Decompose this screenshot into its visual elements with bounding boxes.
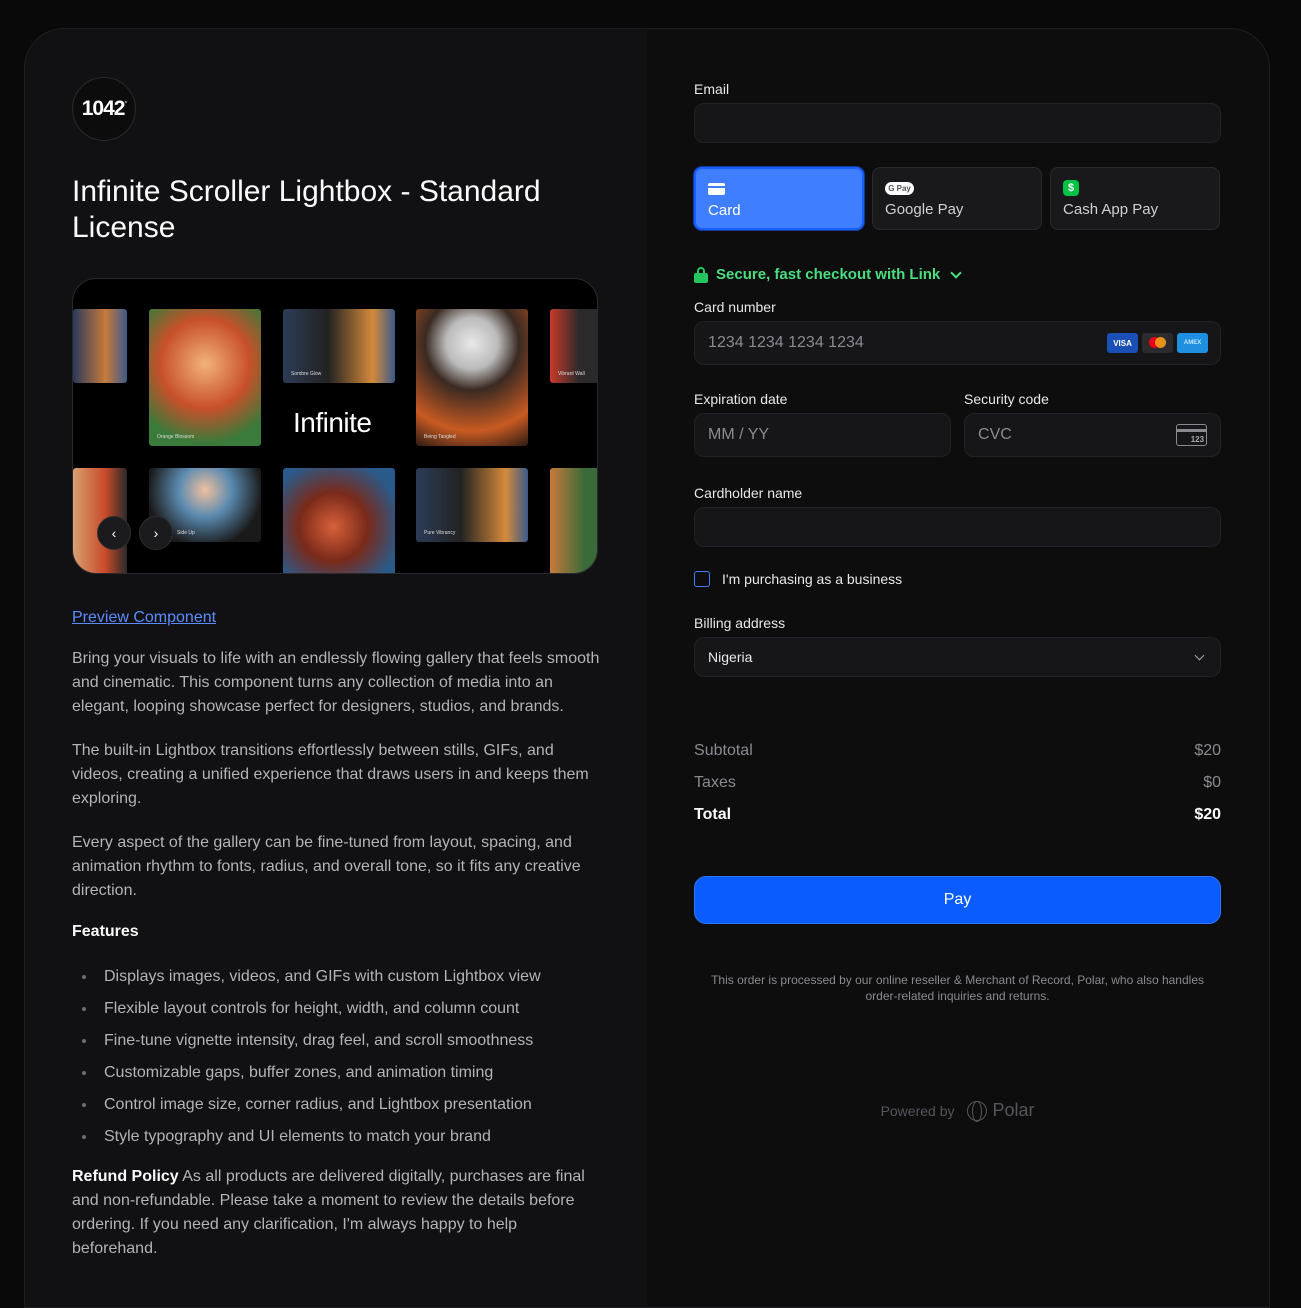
business-checkbox[interactable] [694, 571, 711, 587]
cvc-label: Security code [964, 391, 1049, 407]
refund-policy: Refund Policy As all products are delive… [72, 1165, 602, 1261]
gallery-caption: Pure Vibrancy [424, 530, 456, 536]
preview-component-link[interactable]: Preview Component [72, 609, 216, 627]
gallery-caption: Orange Blossom [157, 434, 195, 440]
pay-button[interactable]: Pay [694, 876, 1222, 924]
gallery-next-button[interactable]: › [139, 516, 173, 550]
description-paragraph: The built-in Lightbox transitions effort… [72, 742, 589, 807]
gallery-tile [283, 468, 395, 573]
powered-by[interactable]: Powered by Polar [694, 1100, 1221, 1122]
checkout-frame: 1042 ° Infinite Scroller Lightbox - Stand… [24, 28, 1270, 1308]
business-checkbox-row[interactable]: I'm purchasing as a business [694, 571, 1221, 587]
chevron-left-icon: ‹ [111, 525, 117, 541]
gallery-tile [550, 468, 597, 573]
total-label: Total [694, 806, 732, 823]
refund-title: Refund Policy [72, 1168, 179, 1185]
features-list: Displays images, videos, and GIFs with c… [72, 961, 647, 1153]
product-panel: 1042 ° Infinite Scroller Lightbox - Stand… [25, 29, 648, 1307]
card-number-placeholder: 1234 1234 1234 1234 [708, 334, 864, 351]
gallery-caption: Being Tangled [424, 434, 456, 440]
feature-item: Flexible layout controls for height, wid… [72, 993, 647, 1025]
feature-item: Control image size, corner radius, and L… [72, 1089, 647, 1121]
total-row: Total $20 [694, 799, 1221, 831]
gallery-tile: Orange Blossom [149, 309, 261, 446]
cvc-card-icon: 123 [1176, 424, 1208, 446]
logo-sup: ° [124, 100, 127, 108]
lock-icon [694, 266, 709, 283]
method-label: Google Pay [885, 201, 964, 218]
expiry-input[interactable]: MM / YY [694, 413, 952, 457]
description-paragraph: Every aspect of the gallery can be fine-… [72, 834, 581, 899]
order-totals: Subtotal $20 Taxes $0 Total $20 [694, 735, 1221, 831]
logo-text: 1042 [81, 97, 126, 120]
gallery-center-word: Infinite [293, 407, 372, 438]
method-label: Cash App Pay [1063, 201, 1159, 218]
product-title: Infinite Scroller Lightbox - Standard Li… [72, 175, 541, 244]
gallery-caption: Sombre Glow [291, 371, 322, 377]
subtotal-label: Subtotal [694, 742, 753, 759]
gallery-tile: Vibrant Wall [550, 309, 597, 383]
brand-logo: 1042 ° [72, 77, 136, 141]
payment-methods: Card G Pay Google Pay $ Cash App Pay [694, 167, 1221, 230]
gallery-prev-button[interactable]: ‹ [97, 516, 131, 550]
billing-label: Billing address [694, 615, 786, 631]
billing-country-value: Nigeria [708, 649, 753, 665]
subtotal-value: $20 [1194, 742, 1222, 759]
card-brands: VISA AMEX [1103, 333, 1209, 353]
mastercard-icon [1142, 333, 1174, 353]
polar-wordmark: Polar [992, 1100, 1035, 1120]
merchant-notice: This order is processed by our online re… [711, 973, 1204, 1003]
gallery-tile [73, 309, 127, 383]
features-title: Features [72, 923, 139, 940]
billing-country-select[interactable]: Nigeria [694, 637, 1222, 677]
visa-icon: VISA [1107, 333, 1139, 353]
cash-app-icon: $ [1063, 180, 1080, 196]
business-label: I'm purchasing as a business [722, 571, 903, 587]
cardholder-input[interactable] [694, 507, 1222, 547]
gallery-tile: Being Tangled [416, 309, 528, 446]
checkout-form: Email Card G Pay Google Pay $ Cash App P… [694, 81, 1222, 1122]
gallery-caption: Side Up [177, 530, 195, 536]
card-number-input[interactable]: 1234 1234 1234 1234 VISA AMEX [694, 321, 1222, 365]
cvc-input[interactable]: CVC 123 [964, 413, 1222, 457]
gallery-preview[interactable]: Orange Blossom Sombre Glow Being Tangled… [72, 278, 598, 574]
total-value: $20 [1194, 806, 1222, 823]
gallery-caption: Vibrant Wall [558, 371, 585, 377]
taxes-label: Taxes [694, 774, 736, 791]
taxes-value: $0 [1203, 774, 1222, 791]
gallery-tile: Sombre Glow [283, 309, 395, 383]
feature-item: Fine-tune vignette intensity, drag feel,… [72, 1025, 647, 1057]
feature-item: Displays images, videos, and GIFs with c… [72, 961, 647, 993]
powered-by-text: Powered by [880, 1102, 955, 1119]
cvc-placeholder: CVC [978, 426, 1012, 443]
card-icon [708, 183, 726, 195]
email-field[interactable] [694, 103, 1222, 143]
description-paragraph: Bring your visuals to life with an endle… [72, 650, 600, 715]
google-pay-icon: G Pay [885, 181, 915, 195]
method-google-pay[interactable]: G Pay Google Pay [872, 167, 1043, 230]
polar-logo-icon [966, 1100, 987, 1122]
gallery-tile: Pure Vibrancy [416, 468, 528, 542]
taxes-row: Taxes $0 [694, 767, 1221, 799]
cardholder-label: Cardholder name [694, 485, 803, 501]
feature-item: Style typography and UI elements to matc… [72, 1121, 647, 1153]
method-label: Card [708, 202, 741, 219]
method-card[interactable]: Card [694, 167, 865, 230]
card-number-label: Card number [694, 299, 776, 315]
checkout-panel: Email Card G Pay Google Pay $ Cash App P… [647, 29, 1269, 1307]
link-text: Secure, fast checkout with Link [716, 266, 941, 283]
subtotal-row: Subtotal $20 [694, 735, 1221, 767]
chevron-down-icon [950, 266, 962, 279]
link-checkout-toggle[interactable]: Secure, fast checkout with Link [694, 266, 1221, 283]
amex-icon: AMEX [1177, 333, 1209, 353]
method-cash-app[interactable]: $ Cash App Pay [1050, 167, 1221, 230]
chevron-down-icon [1194, 650, 1205, 660]
cvc-badge: 123 [1190, 435, 1205, 444]
expiry-cvc-row: Expiration date MM / YY Security code CV… [694, 391, 1222, 457]
expiry-label: Expiration date [694, 391, 788, 407]
chevron-right-icon: › [153, 525, 159, 541]
feature-item: Customizable gaps, buffer zones, and ani… [72, 1057, 647, 1089]
email-label: Email [694, 81, 730, 97]
